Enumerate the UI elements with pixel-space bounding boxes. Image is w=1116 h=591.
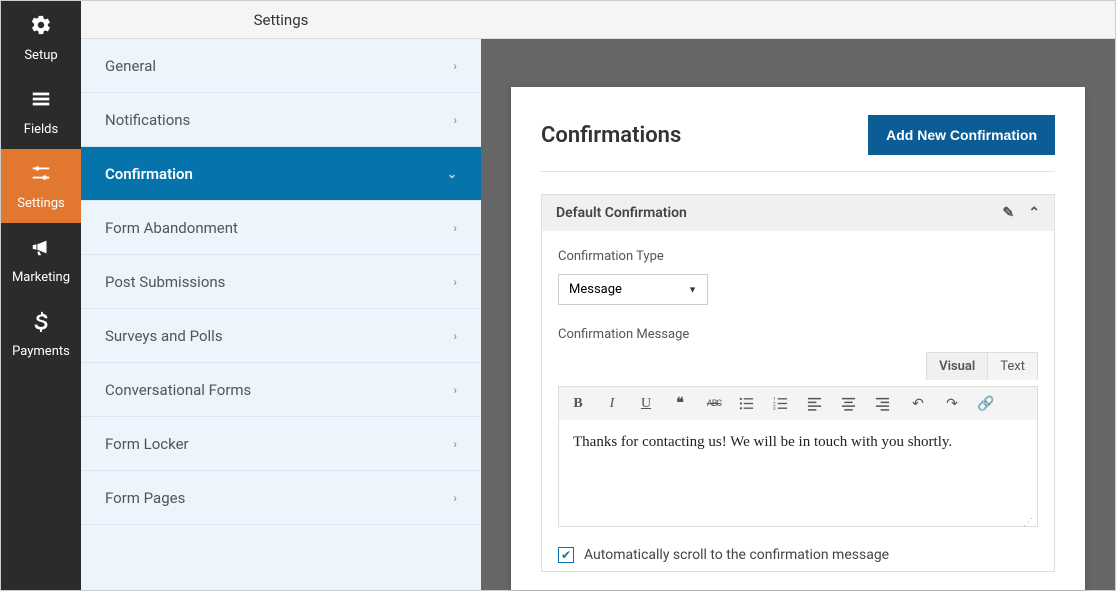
- auto-scroll-checkbox[interactable]: ✔: [558, 547, 574, 563]
- bullhorn-icon: [30, 236, 52, 264]
- editor-tabs: Visual Text: [558, 352, 1038, 380]
- add-confirmation-button[interactable]: Add New Confirmation: [868, 115, 1055, 155]
- panel-item-label: Confirmation: [105, 165, 193, 183]
- accordion-body: Confirmation Type Message Confirmation M…: [542, 231, 1054, 571]
- panel-item-label: Notifications: [105, 111, 190, 129]
- sidebar-item-label: Setup: [24, 48, 57, 63]
- auto-scroll-label: Automatically scroll to the confirmation…: [584, 547, 889, 563]
- resize-handle[interactable]: ⋰: [559, 520, 1037, 526]
- editor-toolbar: B I U ❝ ABC 123 ↶ ↷: [559, 387, 1037, 420]
- sidebar-item-label: Fields: [24, 122, 58, 137]
- sidebar-item-label: Marketing: [12, 270, 70, 285]
- sidebar-item-marketing[interactable]: Marketing: [1, 223, 81, 297]
- panel-item-form-locker[interactable]: Form Locker ›: [81, 417, 481, 471]
- chevron-right-icon: ›: [453, 383, 457, 397]
- chevron-right-icon: ›: [453, 329, 457, 343]
- panel-item-confirmation[interactable]: Confirmation ⌄: [81, 147, 481, 201]
- dollar-icon: [30, 310, 52, 338]
- sidebar: Setup Fields Settings Marketing Payments: [1, 1, 81, 590]
- panel-item-label: Form Abandonment: [105, 219, 238, 237]
- main-area: Confirmations Add New Confirmation Defau…: [481, 1, 1115, 590]
- sliders-icon: [30, 162, 52, 190]
- bold-icon[interactable]: B: [569, 396, 587, 412]
- panel-title: Settings: [81, 1, 481, 39]
- redo-icon[interactable]: ↷: [943, 396, 961, 412]
- panel-item-form-pages[interactable]: Form Pages ›: [81, 471, 481, 525]
- panel-item-conversational-forms[interactable]: Conversational Forms ›: [81, 363, 481, 417]
- accordion-header[interactable]: Default Confirmation ✎ ⌃: [542, 195, 1054, 231]
- sidebar-item-settings[interactable]: Settings: [1, 149, 81, 223]
- sidebar-item-fields[interactable]: Fields: [1, 75, 81, 149]
- settings-panel: Settings General › Notifications › Confi…: [81, 1, 481, 590]
- sidebar-item-label: Settings: [17, 196, 64, 211]
- confirmation-message-label: Confirmation Message: [558, 327, 1038, 342]
- panel-item-form-abandonment[interactable]: Form Abandonment ›: [81, 201, 481, 255]
- panel-item-label: Surveys and Polls: [105, 327, 223, 345]
- numbered-list-icon[interactable]: 123: [773, 396, 791, 411]
- auto-scroll-row: ✔ Automatically scroll to the confirmati…: [558, 547, 1038, 563]
- panel-item-surveys-polls[interactable]: Surveys and Polls ›: [81, 309, 481, 363]
- panel-item-label: Post Submissions: [105, 273, 225, 291]
- strikethrough-icon[interactable]: ABC: [705, 399, 723, 409]
- bullet-list-icon[interactable]: [739, 396, 757, 411]
- align-right-icon[interactable]: [875, 396, 893, 411]
- blockquote-icon[interactable]: ❝: [671, 395, 689, 412]
- sidebar-item-label: Payments: [12, 344, 70, 359]
- main-header-strip: [481, 1, 1115, 39]
- editor: B I U ❝ ABC 123 ↶ ↷: [558, 386, 1038, 527]
- panel-item-general[interactable]: General ›: [81, 39, 481, 93]
- panel-item-post-submissions[interactable]: Post Submissions ›: [81, 255, 481, 309]
- chevron-right-icon: ›: [453, 491, 457, 505]
- card-title: Confirmations: [541, 123, 681, 148]
- underline-icon[interactable]: U: [637, 396, 655, 412]
- panel-item-notifications[interactable]: Notifications ›: [81, 93, 481, 147]
- italic-icon[interactable]: I: [603, 396, 621, 412]
- chevron-down-icon: ⌄: [447, 167, 457, 181]
- chevron-right-icon: ›: [453, 113, 457, 127]
- chevron-right-icon: ›: [453, 275, 457, 289]
- list-icon: [30, 88, 52, 116]
- sidebar-item-setup[interactable]: Setup: [1, 1, 81, 75]
- link-icon[interactable]: 🔗: [977, 396, 995, 412]
- edit-icon[interactable]: ✎: [1003, 205, 1015, 221]
- confirmation-accordion: Default Confirmation ✎ ⌃ Confirmation Ty…: [541, 194, 1055, 572]
- panel-item-label: Form Locker: [105, 435, 189, 453]
- chevron-right-icon: ›: [453, 437, 457, 451]
- panel-item-label: General: [105, 57, 156, 75]
- tab-text[interactable]: Text: [987, 352, 1038, 380]
- gear-icon: [30, 14, 52, 42]
- panel-item-label: Conversational Forms: [105, 381, 251, 399]
- align-center-icon[interactable]: [841, 396, 859, 411]
- svg-text:3: 3: [773, 406, 776, 411]
- select-value: Message: [569, 282, 622, 297]
- chevron-right-icon: ›: [453, 221, 457, 235]
- sidebar-item-payments[interactable]: Payments: [1, 297, 81, 371]
- accordion-title: Default Confirmation: [556, 205, 687, 221]
- confirmation-type-select[interactable]: Message: [558, 274, 708, 305]
- panel-item-label: Form Pages: [105, 489, 185, 507]
- collapse-icon[interactable]: ⌃: [1028, 205, 1040, 221]
- chevron-right-icon: ›: [453, 59, 457, 73]
- confirmations-card: Confirmations Add New Confirmation Defau…: [511, 87, 1085, 590]
- confirmation-type-label: Confirmation Type: [558, 249, 1038, 264]
- tab-visual[interactable]: Visual: [926, 352, 987, 380]
- align-left-icon[interactable]: [807, 396, 825, 411]
- editor-body[interactable]: Thanks for contacting us! We will be in …: [559, 420, 1037, 520]
- undo-icon[interactable]: ↶: [909, 396, 927, 412]
